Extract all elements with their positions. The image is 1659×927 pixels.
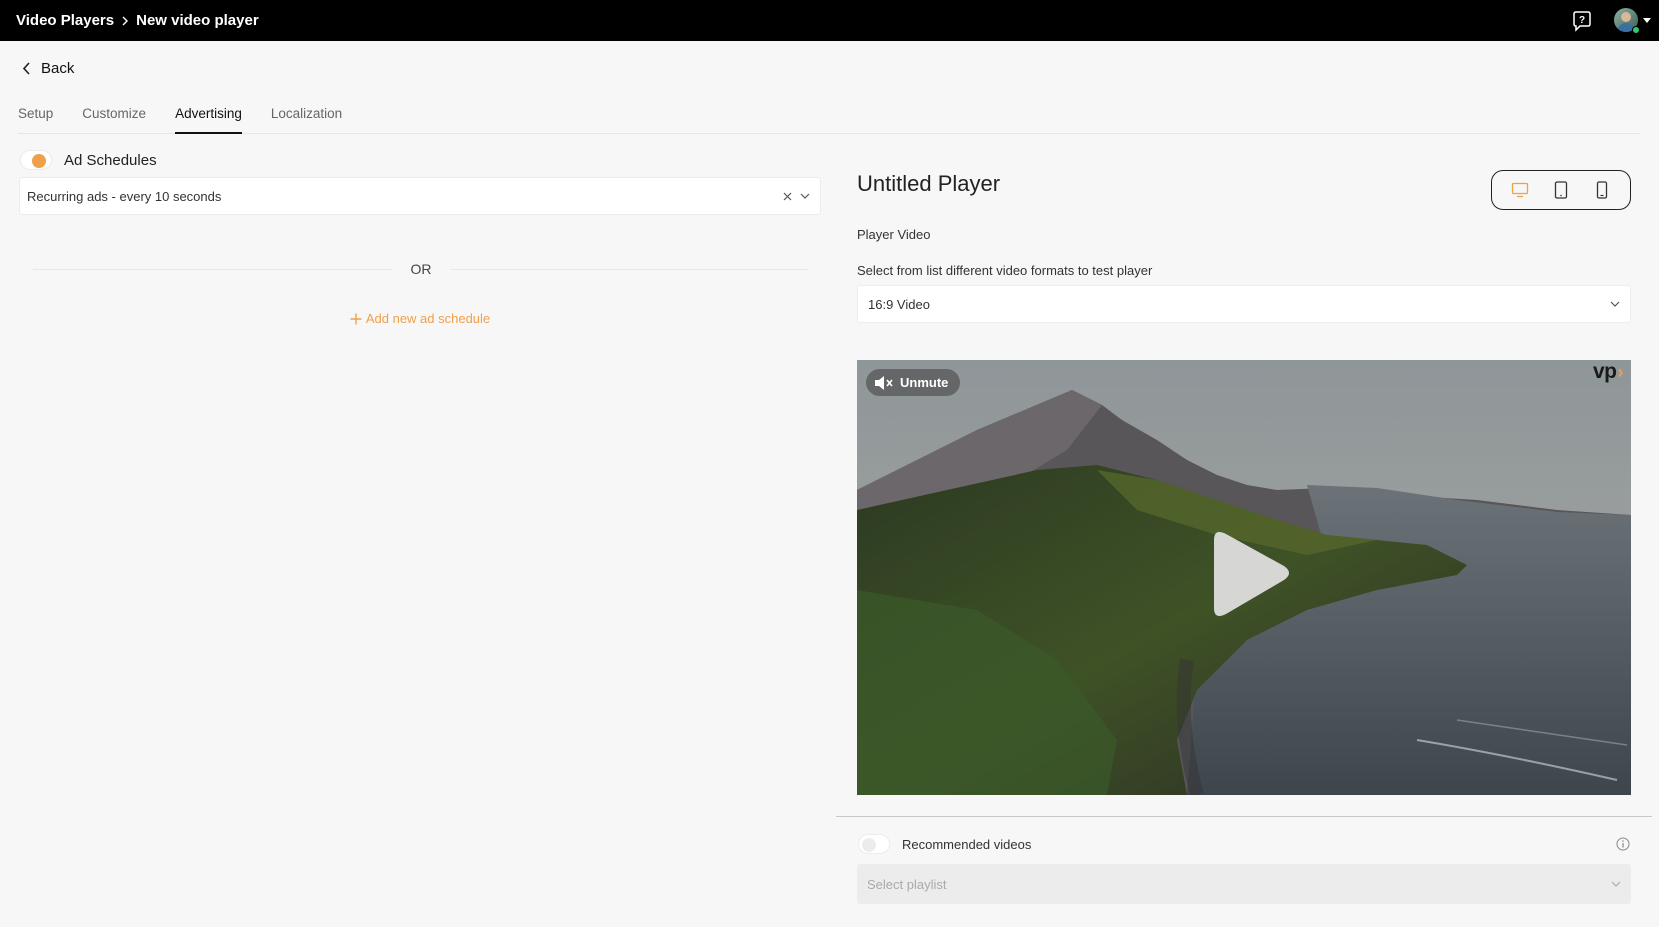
chevron-down-icon — [1610, 301, 1620, 307]
clear-icon[interactable] — [778, 192, 796, 201]
back-label: Back — [41, 60, 75, 77]
chevron-down-icon — [800, 193, 810, 199]
chevron-down-icon — [1611, 881, 1621, 887]
help-button[interactable]: ? — [1570, 9, 1594, 33]
help-icon: ? — [1573, 10, 1591, 32]
divider-line — [449, 268, 809, 270]
recommended-videos-row: Recommended videos — [858, 834, 1631, 854]
toggle-knob — [862, 838, 876, 852]
tab-bar: Setup Customize Advertising Localization — [18, 104, 1640, 134]
vp-logo: vp › — [1593, 360, 1623, 384]
ad-schedules-label: Ad Schedules — [64, 151, 157, 169]
video-format-select[interactable]: 16:9 Video — [857, 285, 1631, 323]
plus-icon — [350, 313, 362, 324]
desktop-view-button[interactable] — [1506, 176, 1534, 204]
top-bar: Video Players New video player ? — [0, 0, 1659, 41]
tablet-view-button[interactable] — [1547, 176, 1575, 204]
mobile-icon — [1596, 181, 1607, 199]
unmute-button[interactable]: Unmute — [866, 369, 961, 396]
ad-schedules-toggle[interactable] — [20, 150, 52, 170]
info-icon — [1616, 837, 1630, 851]
user-menu[interactable] — [1614, 7, 1651, 34]
ad-schedule-select[interactable]: Recurring ads - every 10 seconds — [19, 177, 821, 215]
breadcrumb-separator-icon — [120, 15, 130, 27]
breadcrumb: Video Players New video player — [16, 12, 259, 29]
svg-text:?: ? — [1579, 15, 1585, 26]
desktop-icon — [1512, 182, 1529, 198]
or-divider: OR — [33, 260, 809, 278]
recommended-videos-label: Recommended videos — [902, 836, 1032, 852]
recommended-videos-toggle[interactable] — [858, 834, 890, 854]
back-button[interactable]: Back — [22, 60, 74, 77]
unmute-label: Unmute — [900, 375, 949, 390]
add-ad-schedule-button[interactable]: Add new ad schedule — [0, 311, 840, 326]
playlist-select[interactable]: Select playlist — [857, 864, 1631, 904]
format-hint: Select from list different video formats… — [857, 263, 1153, 278]
ad-schedule-value: Recurring ads - every 10 seconds — [27, 188, 222, 204]
tab-localization[interactable]: Localization — [271, 104, 342, 134]
tab-advertising[interactable]: Advertising — [175, 104, 242, 134]
tab-customize[interactable]: Customize — [82, 104, 146, 134]
device-switcher — [1491, 170, 1631, 210]
add-ad-schedule-label: Add new ad schedule — [365, 311, 491, 326]
tablet-icon — [1554, 181, 1568, 199]
online-status-icon — [1632, 25, 1640, 34]
breadcrumb-video-players[interactable]: Video Players — [16, 12, 114, 29]
play-button[interactable] — [1196, 526, 1296, 626]
play-icon — [1214, 532, 1289, 616]
ad-schedules-row: Ad Schedules — [20, 150, 157, 170]
toggle-knob — [32, 154, 46, 168]
video-player[interactable]: Unmute vp › — [857, 360, 1631, 795]
logo-chevron-icon: › — [1617, 361, 1624, 382]
player-video-label: Player Video — [857, 227, 931, 242]
section-divider — [836, 816, 1652, 817]
divider-line — [33, 268, 393, 270]
tab-setup[interactable]: Setup — [18, 104, 53, 134]
topbar-actions: ? — [1570, 0, 1651, 41]
page-title: Untitled Player — [857, 171, 1001, 196]
mobile-view-button[interactable] — [1588, 176, 1616, 204]
vp-logo-text: vp — [1592, 360, 1617, 383]
info-button[interactable] — [1615, 836, 1631, 852]
or-text: OR — [410, 261, 432, 277]
video-format-value: 16:9 Video — [868, 296, 930, 312]
playlist-placeholder: Select playlist — [867, 876, 947, 892]
mute-icon — [875, 375, 893, 390]
caret-down-icon — [1643, 17, 1651, 23]
chevron-left-icon — [22, 62, 30, 75]
breadcrumb-current: New video player — [136, 12, 259, 29]
